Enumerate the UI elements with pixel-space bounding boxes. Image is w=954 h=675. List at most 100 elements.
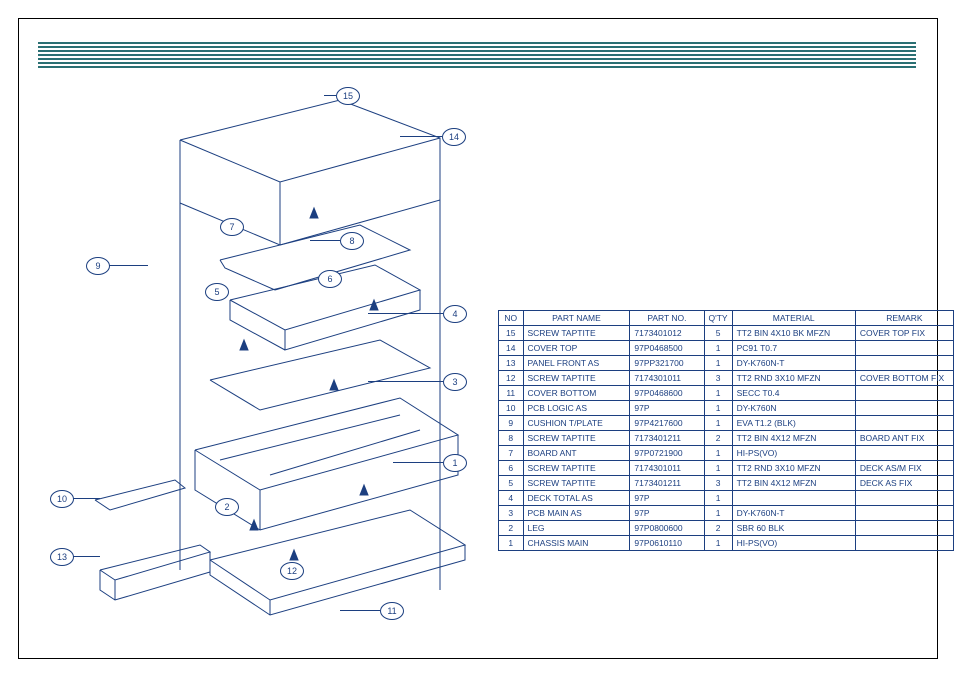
- cell-rem: [855, 491, 953, 506]
- cell-qty: 1: [704, 401, 732, 416]
- cell-name: PCB LOGIC AS: [523, 401, 630, 416]
- cell-name: SCREW TAPTITE: [523, 461, 630, 476]
- cell-mat: TT2 RND 3X10 MFZN: [732, 461, 855, 476]
- col-header-partno: PART NO.: [630, 311, 704, 326]
- cell-mat: EVA T1.2 (BLK): [732, 416, 855, 431]
- callout-10: 10: [50, 490, 74, 508]
- cell-mat: HI-PS(VO): [732, 446, 855, 461]
- cell-part: 97P0800600: [630, 521, 704, 536]
- col-header-no: NO: [499, 311, 524, 326]
- table-row: 10PCB LOGIC AS97P1DY-K760N: [499, 401, 954, 416]
- callout-12: 12: [280, 562, 304, 580]
- cell-rem: [855, 416, 953, 431]
- callout-6: 6: [318, 270, 342, 288]
- cell-qty: 1: [704, 386, 732, 401]
- table-row: 15SCREW TAPTITE71734010125TT2 BIN 4X10 B…: [499, 326, 954, 341]
- cell-qty: 2: [704, 431, 732, 446]
- cell-part: 7174301011: [630, 371, 704, 386]
- cell-name: BOARD ANT: [523, 446, 630, 461]
- col-header-material: MATERIAL: [732, 311, 855, 326]
- cell-name: COVER BOTTOM: [523, 386, 630, 401]
- cell-rem: [855, 446, 953, 461]
- cell-no: 2: [499, 521, 524, 536]
- cell-mat: HI-PS(VO): [732, 536, 855, 551]
- cell-mat: [732, 491, 855, 506]
- cell-name: SCREW TAPTITE: [523, 431, 630, 446]
- cell-mat: SECC T0.4: [732, 386, 855, 401]
- cell-mat: TT2 BIN 4X10 BK MFZN: [732, 326, 855, 341]
- table-row: 14COVER TOP97P04685001PC91 T0.7: [499, 341, 954, 356]
- cell-part: 97P: [630, 491, 704, 506]
- cell-mat: DY-K760N-T: [732, 506, 855, 521]
- callout-3: 3: [443, 373, 467, 391]
- cell-no: 14: [499, 341, 524, 356]
- table-row: 2LEG97P08006002SBR 60 BLK: [499, 521, 954, 536]
- parts-table: NO PART NAME PART NO. Q'TY MATERIAL REMA…: [498, 310, 954, 551]
- cell-name: DECK TOTAL AS: [523, 491, 630, 506]
- cell-name: CUSHION T/PLATE: [523, 416, 630, 431]
- cell-no: 1: [499, 536, 524, 551]
- table-row: 4DECK TOTAL AS97P1: [499, 491, 954, 506]
- callout-9: 9: [86, 257, 110, 275]
- col-header-qty: Q'TY: [704, 311, 732, 326]
- callout-14: 14: [442, 128, 466, 146]
- cell-mat: DY-K760N-T: [732, 356, 855, 371]
- cell-no: 4: [499, 491, 524, 506]
- cell-rem: [855, 521, 953, 536]
- cell-no: 10: [499, 401, 524, 416]
- cell-no: 9: [499, 416, 524, 431]
- cell-rem: [855, 401, 953, 416]
- table-row: 6SCREW TAPTITE71743010111TT2 RND 3X10 MF…: [499, 461, 954, 476]
- cell-no: 7: [499, 446, 524, 461]
- cell-name: SCREW TAPTITE: [523, 371, 630, 386]
- cell-no: 3: [499, 506, 524, 521]
- table-row: 7BOARD ANT97P07219001HI-PS(VO): [499, 446, 954, 461]
- cell-mat: PC91 T0.7: [732, 341, 855, 356]
- cell-part: 97P: [630, 401, 704, 416]
- cell-name: SCREW TAPTITE: [523, 476, 630, 491]
- table-row: 1CHASSIS MAIN97P06101101HI-PS(VO): [499, 536, 954, 551]
- cell-rem: COVER BOTTOM FIX: [855, 371, 953, 386]
- cell-mat: TT2 BIN 4X12 MFZN: [732, 476, 855, 491]
- callout-11: 11: [380, 602, 404, 620]
- cell-rem: [855, 386, 953, 401]
- cell-mat: TT2 BIN 4X12 MFZN: [732, 431, 855, 446]
- callout-8: 8: [340, 232, 364, 250]
- cell-rem: [855, 341, 953, 356]
- cell-no: 8: [499, 431, 524, 446]
- callout-7: 7: [220, 218, 244, 236]
- table-row: 5SCREW TAPTITE71734012113TT2 BIN 4X12 MF…: [499, 476, 954, 491]
- table-row: 3PCB MAIN AS97P1DY-K760N-T: [499, 506, 954, 521]
- table-row: 9CUSHION T/PLATE97P42176001EVA T1.2 (BLK…: [499, 416, 954, 431]
- table-header-row: NO PART NAME PART NO. Q'TY MATERIAL REMA…: [499, 311, 954, 326]
- col-header-remark: REMARK: [855, 311, 953, 326]
- cell-qty: 1: [704, 491, 732, 506]
- cell-part: 97P: [630, 506, 704, 521]
- cell-no: 12: [499, 371, 524, 386]
- cell-qty: 2: [704, 521, 732, 536]
- table-row: 12SCREW TAPTITE71743010113TT2 RND 3X10 M…: [499, 371, 954, 386]
- cell-mat: TT2 RND 3X10 MFZN: [732, 371, 855, 386]
- cell-rem: DECK AS/M FIX: [855, 461, 953, 476]
- cell-mat: SBR 60 BLK: [732, 521, 855, 536]
- cell-no: 13: [499, 356, 524, 371]
- cell-part: 97P0468500: [630, 341, 704, 356]
- cell-name: LEG: [523, 521, 630, 536]
- callout-13: 13: [50, 548, 74, 566]
- cell-part: 7173401211: [630, 476, 704, 491]
- cell-qty: 1: [704, 416, 732, 431]
- cell-qty: 1: [704, 506, 732, 521]
- callout-2: 2: [215, 498, 239, 516]
- header-rule: [38, 42, 916, 68]
- col-header-partname: PART NAME: [523, 311, 630, 326]
- cell-name: COVER TOP: [523, 341, 630, 356]
- cell-part: 97P0721900: [630, 446, 704, 461]
- cell-qty: 1: [704, 461, 732, 476]
- callout-4: 4: [443, 305, 467, 323]
- cell-rem: [855, 506, 953, 521]
- cell-rem: DECK AS FIX: [855, 476, 953, 491]
- cell-name: CHASSIS MAIN: [523, 536, 630, 551]
- cell-no: 6: [499, 461, 524, 476]
- cell-part: 97PP321700: [630, 356, 704, 371]
- table-row: 8SCREW TAPTITE71734012112TT2 BIN 4X12 MF…: [499, 431, 954, 446]
